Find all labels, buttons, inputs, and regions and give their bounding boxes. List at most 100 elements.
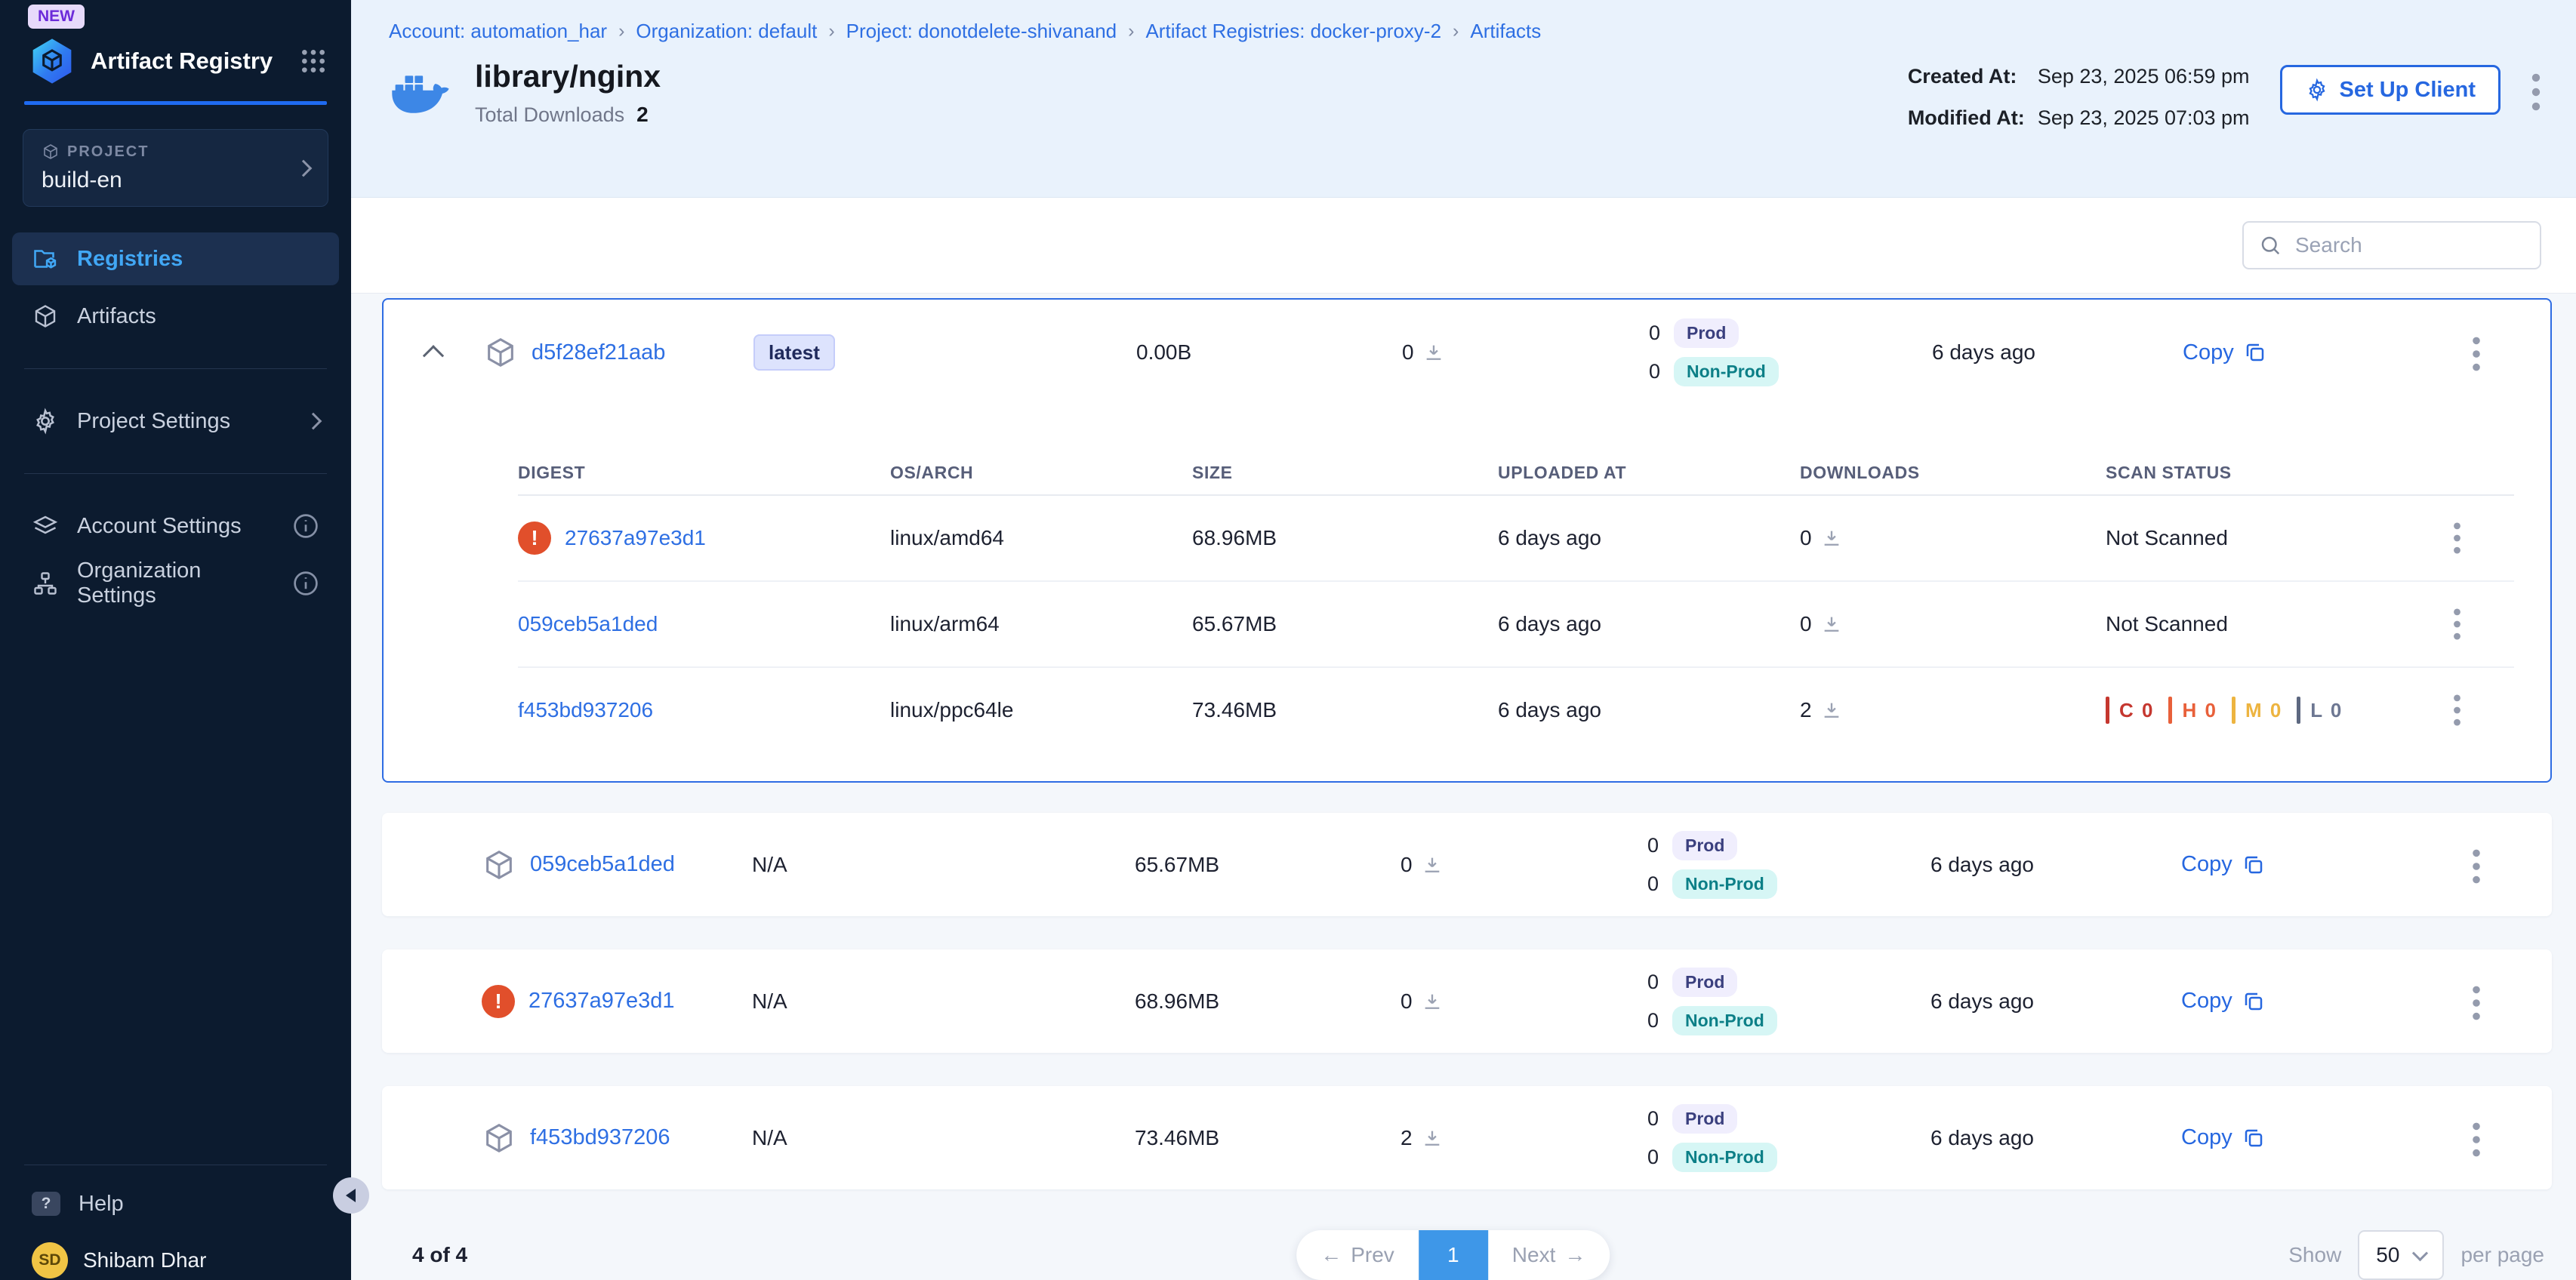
download-icon (1422, 854, 1443, 875)
user-menu[interactable]: SD Shibam Dhar (0, 1230, 351, 1280)
copy-button[interactable]: Copy (2160, 340, 2402, 365)
info-icon[interactable] (292, 512, 319, 540)
sidebar-item-registries[interactable]: Registries (12, 232, 339, 285)
copy-button[interactable]: Copy (2158, 852, 2400, 877)
copy-button[interactable]: Copy (2158, 989, 2400, 1014)
search-box (2242, 221, 2541, 269)
tag-value: N/A (752, 853, 787, 876)
nonprod-count: 0 (1647, 360, 1660, 383)
nonprod-count: 0 (1645, 872, 1659, 896)
breadcrumb-project[interactable]: Project: donotdelete-shivanand (846, 20, 1117, 43)
sidebar-item-organization-settings[interactable]: Organization Settings (12, 557, 339, 610)
breadcrumb-separator: › (1453, 20, 1459, 42)
copy-icon (2242, 1127, 2265, 1149)
chevron-down-icon (2412, 1245, 2428, 1261)
row-menu-icon[interactable] (2471, 985, 2482, 1018)
collapse-row-button[interactable] (384, 345, 483, 360)
breadcrumb-organization[interactable]: Organization: default (636, 20, 817, 43)
prod-badge: Prod (1672, 968, 1737, 997)
download-icon (1423, 342, 1444, 363)
column-header-digest: DIGEST (518, 463, 890, 483)
download-icon (1422, 991, 1443, 1012)
version-row: 059ceb5a1ded N/A 65.67MB 0 0 Prod (382, 813, 2552, 916)
tag-badge: latest (753, 334, 835, 371)
set-up-client-label: Set Up Client (2340, 78, 2476, 103)
arrow-left-icon: ← (1320, 1243, 1342, 1267)
scan-status: Not Scanned (2106, 612, 2400, 636)
sidebar-item-project-settings[interactable]: Project Settings (12, 395, 339, 448)
download-icon (1821, 614, 1842, 635)
row-menu-icon[interactable] (2471, 848, 2482, 882)
breadcrumb-separator: › (618, 20, 624, 42)
app-title: Artifact Registry (91, 48, 282, 75)
column-header-os-arch: OS/ARCH (890, 463, 1192, 483)
row-menu-icon[interactable] (2471, 1122, 2482, 1155)
artifact-registry-logo-icon (30, 38, 74, 85)
help-button[interactable]: Help (12, 1182, 339, 1226)
triangle-left-icon (339, 1189, 356, 1202)
scan-status-severities: C 0 H 0 M 0 L 0 (2106, 697, 2400, 724)
prev-page-button[interactable]: ← Prev (1296, 1230, 1419, 1280)
nonprod-badge: Non-Prod (1672, 1143, 1777, 1172)
pager: ← Prev 1 Next → (1296, 1230, 1610, 1280)
sidebar-nav: Registries Artifacts Project Settings Ac… (0, 228, 351, 614)
page-1-button[interactable]: 1 (1419, 1230, 1488, 1280)
prod-count: 0 (1647, 322, 1660, 345)
info-icon[interactable] (292, 570, 319, 597)
digest-link[interactable]: f453bd937206 (518, 698, 653, 722)
download-icon (1821, 700, 1842, 721)
os-arch: linux/arm64 (890, 612, 1192, 636)
project-selector[interactable]: PROJECT build-en (23, 129, 328, 207)
sidebar-item-artifacts[interactable]: Artifacts (12, 290, 339, 343)
next-page-button[interactable]: Next → (1488, 1230, 1610, 1280)
scan-status: Not Scanned (2106, 526, 2400, 550)
package-icon (482, 848, 516, 882)
total-downloads-label: Total Downloads (475, 103, 624, 126)
digest-link[interactable]: 059ceb5a1ded (518, 612, 658, 636)
scan-high: H 0 (2168, 697, 2217, 724)
column-header-scan-status: SCAN STATUS (2106, 463, 2400, 483)
version-size: 73.46MB (1124, 1126, 1388, 1150)
row-menu-icon[interactable] (2452, 522, 2463, 555)
version-link[interactable]: 27637a97e3d1 (528, 989, 675, 1014)
search-icon (2259, 234, 2282, 257)
version-link[interactable]: d5f28ef21aab (532, 340, 665, 365)
row-menu-icon[interactable] (2452, 694, 2463, 727)
copy-icon (2242, 990, 2265, 1013)
artifact-list: d5f28ef21aab latest 0.00B 0 0 Prod (351, 294, 2576, 1280)
breadcrumb-separator: › (828, 20, 834, 42)
version-row-expanded: d5f28ef21aab latest 0.00B 0 0 Prod (382, 298, 2552, 783)
sidebar-item-account-settings[interactable]: Account Settings (12, 500, 339, 552)
show-label: Show (2288, 1243, 2341, 1267)
version-link[interactable]: f453bd937206 (530, 1125, 670, 1150)
avatar: SD (32, 1242, 68, 1278)
version-downloads: 2 (1400, 1126, 1413, 1150)
header-menu-icon[interactable] (2531, 72, 2541, 106)
next-label: Next (1512, 1243, 1556, 1267)
version-size: 0.00B (1126, 340, 1390, 365)
page-size-control: Show 50 per page (2288, 1230, 2544, 1280)
sidebar-divider (24, 473, 327, 474)
set-up-client-button[interactable]: Set Up Client (2280, 65, 2501, 115)
search-input[interactable] (2294, 232, 2525, 258)
org-chart-icon (32, 570, 59, 597)
breadcrumb-registry[interactable]: Artifact Registries: docker-proxy-2 (1145, 20, 1441, 43)
sidebar: NEW Artifact Registry (0, 0, 351, 1280)
sidebar-collapse-handle[interactable] (333, 1177, 369, 1214)
breadcrumb-account[interactable]: Account: automation_har (389, 20, 607, 43)
last-updated: 6 days ago (1911, 340, 2160, 365)
digest-downloads: 0 (1800, 612, 1812, 636)
row-menu-icon[interactable] (2471, 336, 2482, 369)
nonprod-badge: Non-Prod (1672, 1006, 1777, 1035)
breadcrumb-artifacts[interactable]: Artifacts (1470, 20, 1541, 43)
page-size-select[interactable]: 50 (2358, 1230, 2444, 1280)
copy-button[interactable]: Copy (2158, 1125, 2400, 1150)
digest-link[interactable]: 27637a97e3d1 (565, 526, 706, 550)
project-cube-icon (42, 143, 60, 161)
row-menu-icon[interactable] (2452, 608, 2463, 641)
warning-icon (482, 985, 515, 1018)
digest-downloads: 2 (1800, 698, 1812, 722)
total-downloads-value: 2 (636, 103, 649, 126)
version-link[interactable]: 059ceb5a1ded (530, 852, 675, 877)
app-grid-icon[interactable] (298, 46, 328, 76)
